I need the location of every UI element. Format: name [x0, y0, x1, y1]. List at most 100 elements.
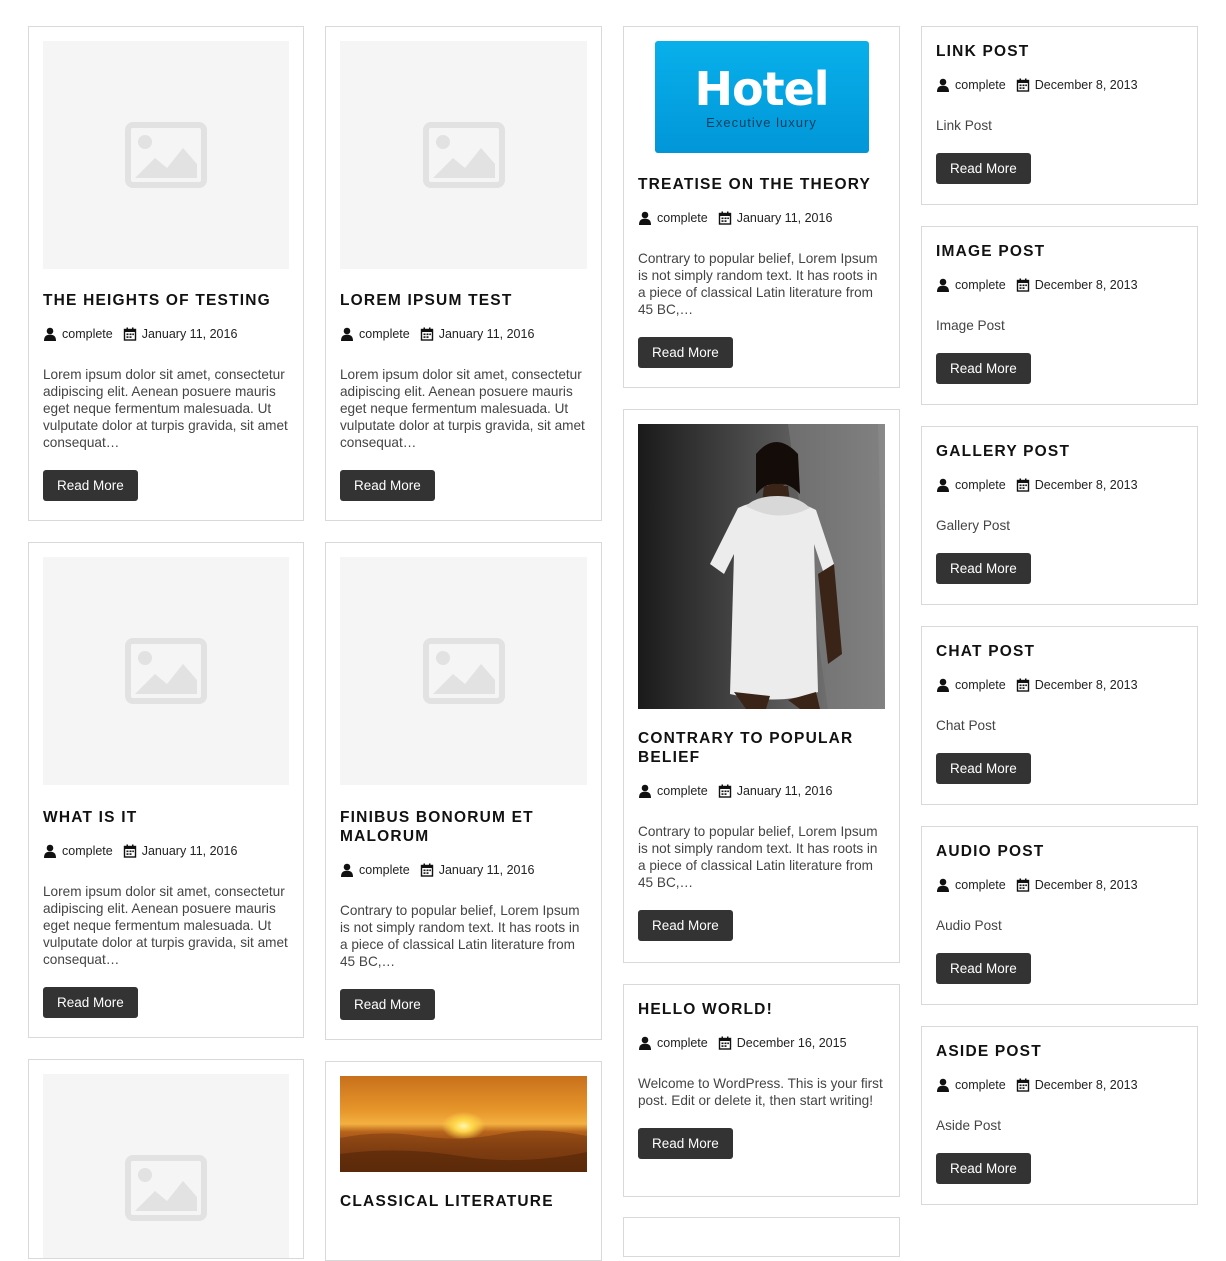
post-title[interactable]: Hello world!: [638, 1000, 885, 1019]
calendar-icon: [1016, 878, 1030, 892]
post-meta: complete January 11, 2016: [340, 326, 587, 342]
post-title[interactable]: The Heights of Testing: [43, 291, 289, 310]
post-card: Classical Literature: [325, 1061, 602, 1261]
read-more-button[interactable]: Read More: [43, 987, 138, 1018]
post-meta: complete December 8, 2013: [936, 277, 1183, 293]
post-author[interactable]: complete: [359, 327, 410, 341]
post-title[interactable]: Classical Literature: [340, 1192, 587, 1211]
post-card: Image Post complete December 8, 2013 Ima…: [921, 226, 1198, 405]
post-date[interactable]: January 11, 2016: [737, 211, 833, 225]
read-more-button[interactable]: Read More: [43, 470, 138, 501]
image-placeholder[interactable]: [340, 557, 587, 785]
post-title[interactable]: Lorem Ipsum Test: [340, 291, 587, 310]
post-title[interactable]: Chat Post: [936, 642, 1183, 661]
post-card: What is it complete January 11, 2016 Lor…: [28, 542, 304, 1038]
post-title[interactable]: Link Post: [936, 42, 1183, 61]
post-date[interactable]: December 8, 2013: [1035, 678, 1138, 692]
post-date[interactable]: December 8, 2013: [1035, 1078, 1138, 1092]
post-author[interactable]: complete: [62, 327, 113, 341]
post-author[interactable]: complete: [955, 678, 1006, 692]
post-author[interactable]: complete: [955, 878, 1006, 892]
calendar-icon: [420, 327, 434, 341]
post-author[interactable]: complete: [955, 1078, 1006, 1092]
post-title[interactable]: What is it: [43, 808, 289, 827]
post-author[interactable]: complete: [657, 1036, 708, 1050]
image-placeholder-icon: [125, 1155, 207, 1221]
read-more-button[interactable]: Read More: [936, 753, 1031, 784]
post-excerpt: Contrary to popular belief, Lorem Ipsum …: [340, 903, 580, 969]
calendar-icon: [123, 327, 137, 341]
image-placeholder[interactable]: [43, 557, 289, 785]
post-date[interactable]: December 8, 2013: [1035, 478, 1138, 492]
read-more-button[interactable]: Read More: [936, 353, 1031, 384]
user-icon: [936, 678, 950, 692]
post-image-desert-sunset[interactable]: [340, 1076, 587, 1172]
post-author[interactable]: complete: [359, 863, 410, 877]
post-date[interactable]: January 11, 2016: [439, 327, 535, 341]
post-card: Audio Post complete December 8, 2013 Aud…: [921, 826, 1198, 1005]
user-icon: [638, 784, 652, 798]
post-author[interactable]: complete: [657, 211, 708, 225]
post-excerpt: Chat Post: [936, 718, 996, 733]
post-title[interactable]: Treatise on the Theory: [638, 175, 885, 194]
post-date[interactable]: January 11, 2016: [439, 863, 535, 877]
post-title[interactable]: Aside Post: [936, 1042, 1183, 1061]
post-excerpt: Audio Post: [936, 918, 1002, 933]
read-more-button[interactable]: Read More: [936, 953, 1031, 984]
read-more-button[interactable]: Read More: [936, 153, 1031, 184]
post-card: The Heights of Testing complete January …: [28, 26, 304, 521]
post-date[interactable]: January 11, 2016: [142, 844, 238, 858]
post-author[interactable]: complete: [955, 78, 1006, 92]
post-date[interactable]: December 8, 2013: [1035, 78, 1138, 92]
post-title[interactable]: Finibus Bonorum et Malorum: [340, 808, 540, 846]
post-excerpt: Gallery Post: [936, 518, 1011, 533]
user-icon: [340, 863, 354, 877]
read-more-button[interactable]: Read More: [936, 1153, 1031, 1184]
read-more-button[interactable]: Read More: [936, 553, 1031, 584]
post-excerpt: Welcome to WordPress. This is your first…: [638, 1076, 883, 1108]
post-author[interactable]: complete: [955, 478, 1006, 492]
post-date[interactable]: January 11, 2016: [737, 784, 833, 798]
image-placeholder[interactable]: [43, 41, 289, 269]
post-title[interactable]: Contrary to Popular Belief: [638, 729, 858, 767]
post-card: Hello world! complete December 16, 2015 …: [623, 984, 900, 1197]
user-icon: [43, 844, 57, 858]
post-card: Aside Post complete December 8, 2013 Asi…: [921, 1026, 1198, 1205]
post-title[interactable]: Audio Post: [936, 842, 1183, 861]
post-meta: complete December 8, 2013: [936, 1077, 1183, 1093]
user-icon: [936, 1078, 950, 1092]
post-meta: complete December 8, 2013: [936, 877, 1183, 893]
read-more-button[interactable]: Read More: [638, 910, 733, 941]
post-date[interactable]: December 8, 2013: [1035, 278, 1138, 292]
calendar-icon: [1016, 78, 1030, 92]
post-excerpt: Aside Post: [936, 1118, 1001, 1133]
post-card: Chat Post complete December 8, 2013 Chat…: [921, 626, 1198, 805]
post-image-hotel-logo[interactable]: Hotel Executive luxury: [654, 41, 869, 153]
read-more-button[interactable]: Read More: [340, 470, 435, 501]
read-more-button[interactable]: Read More: [340, 989, 435, 1020]
post-author[interactable]: complete: [955, 278, 1006, 292]
post-card: Gallery Post complete December 8, 2013 G…: [921, 426, 1198, 605]
image-placeholder[interactable]: [340, 41, 587, 269]
post-title[interactable]: Image Post: [936, 242, 1183, 261]
calendar-icon: [718, 1036, 732, 1050]
post-date[interactable]: January 11, 2016: [142, 327, 238, 341]
calendar-icon: [123, 844, 137, 858]
post-excerpt: Lorem ipsum dolor sit amet, consectetur …: [43, 367, 288, 450]
post-date[interactable]: December 8, 2013: [1035, 878, 1138, 892]
user-icon: [340, 327, 354, 341]
image-placeholder-icon: [423, 122, 505, 188]
post-meta: complete January 11, 2016: [638, 783, 885, 799]
calendar-icon: [1016, 278, 1030, 292]
post-author[interactable]: complete: [62, 844, 113, 858]
post-title[interactable]: Gallery Post: [936, 442, 1183, 461]
read-more-button[interactable]: Read More: [638, 1128, 733, 1159]
post-card: Contrary to Popular Belief complete Janu…: [623, 409, 900, 963]
post-image-woman-sweater[interactable]: [638, 424, 885, 709]
post-meta: complete January 11, 2016: [638, 210, 885, 226]
post-author[interactable]: complete: [657, 784, 708, 798]
image-placeholder[interactable]: [43, 1074, 289, 1258]
read-more-button[interactable]: Read More: [638, 337, 733, 368]
post-date[interactable]: December 16, 2015: [737, 1036, 847, 1050]
post-excerpt: Link Post: [936, 118, 992, 133]
